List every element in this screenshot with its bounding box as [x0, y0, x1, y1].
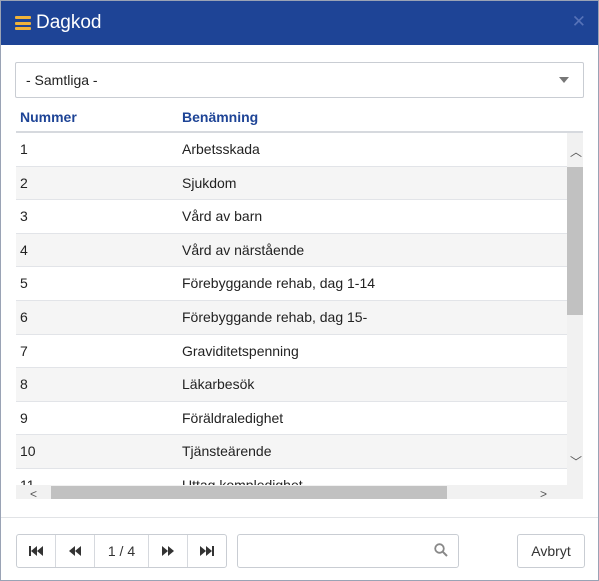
search-icon[interactable] [434, 543, 448, 557]
cell-nummer: 4 [20, 241, 28, 258]
table-row[interactable]: 6 Förebyggande rehab, dag 15- [16, 300, 567, 335]
filter-dropdown[interactable]: - Samtliga - [15, 62, 584, 98]
grid-header: Nummer Benämning [16, 102, 583, 133]
last-page-button[interactable] [188, 535, 226, 567]
table-row[interactable]: 1 Arbetsskada [16, 133, 567, 167]
dialog-title: Dagkod [36, 12, 102, 33]
table-row[interactable]: 8 Läkarbesök [16, 368, 567, 402]
hamburger-icon[interactable] [15, 16, 31, 30]
column-header-benamning[interactable]: Benämning [182, 109, 258, 125]
cell-benamning: Förebyggande rehab, dag 15- [182, 308, 368, 325]
scrollbar-corner [567, 485, 583, 499]
cell-benamning: Vård av barn [182, 208, 263, 225]
dagkod-dialog: Dagkod ✕ - Samtliga - Nummer Benämning 1… [0, 0, 599, 581]
cell-nummer: 5 [20, 275, 28, 292]
table-row[interactable]: 7 Graviditetspenning [16, 335, 567, 369]
dagkod-grid: Nummer Benämning 1 Arbetsskada 2 Sjukdom 3 Vå… [16, 102, 583, 499]
next-page-button[interactable] [149, 535, 188, 567]
cell-nummer: 7 [20, 342, 28, 359]
cell-benamning: Graviditetspenning [182, 342, 299, 359]
close-icon[interactable]: ✕ [572, 12, 586, 32]
horizontal-scroll-thumb[interactable] [51, 486, 447, 499]
table-row[interactable]: 9 Föräldraledighet [16, 402, 567, 436]
cell-nummer: 3 [20, 208, 28, 225]
vertical-scroll-thumb[interactable] [567, 167, 583, 315]
table-row[interactable]: 3 Vård av barn [16, 200, 567, 234]
prev-page-button[interactable] [56, 535, 95, 567]
cell-benamning: Förebyggande rehab, dag 1-14 [182, 275, 376, 292]
scroll-up-icon[interactable]: ︿ [570, 146, 582, 158]
grid-rows: 1 Arbetsskada 2 Sjukdom 3 Vård av barn 4 Vård a… [16, 133, 567, 499]
cell-nummer: 10 [20, 443, 36, 460]
last-page-icon [200, 546, 214, 556]
first-page-button[interactable] [17, 535, 56, 567]
scroll-right-icon[interactable]: > [540, 487, 547, 499]
scroll-down-icon[interactable]: ﹀ [570, 456, 582, 468]
table-row[interactable]: 4 Vård av närstående [16, 233, 567, 268]
next-page-icon [162, 546, 174, 556]
cell-nummer: 2 [20, 174, 28, 191]
page-info: 1 / 4 [95, 535, 149, 567]
cell-benamning: Föräldraledighet [182, 409, 284, 426]
cancel-button[interactable]: Avbryt [517, 534, 585, 568]
search-input[interactable] [238, 535, 433, 567]
footer-divider [1, 517, 598, 518]
column-header-nummer[interactable]: Nummer [20, 109, 77, 125]
table-row[interactable]: 5 Förebyggande rehab, dag 1-14 [16, 267, 567, 301]
cell-nummer: 6 [20, 308, 28, 325]
horizontal-scrollbar[interactable]: < > [16, 485, 567, 499]
table-row[interactable]: 2 Sjukdom [16, 166, 567, 201]
cell-benamning: Tjänsteärende [182, 443, 272, 460]
first-page-icon [29, 546, 43, 556]
search-box [237, 534, 459, 568]
cell-benamning: Läkarbesök [182, 376, 255, 393]
cell-benamning: Arbetsskada [182, 141, 260, 157]
vertical-scrollbar[interactable]: ︿ ﹀ [567, 133, 583, 485]
chevron-down-icon [559, 77, 569, 83]
pager: 1 / 4 [16, 534, 227, 568]
scroll-left-icon[interactable]: < [30, 487, 37, 499]
filter-selected-value: - Samtliga - [26, 72, 98, 88]
cell-nummer: 9 [20, 409, 28, 426]
table-row[interactable]: 10 Tjänsteärende [16, 435, 567, 469]
cell-benamning: Vård av närstående [182, 241, 305, 258]
cell-nummer: 1 [20, 141, 28, 157]
cell-nummer: 8 [20, 376, 28, 393]
cell-benamning: Sjukdom [182, 174, 237, 191]
prev-page-icon [69, 546, 81, 556]
title-bar: Dagkod ✕ [1, 1, 598, 45]
